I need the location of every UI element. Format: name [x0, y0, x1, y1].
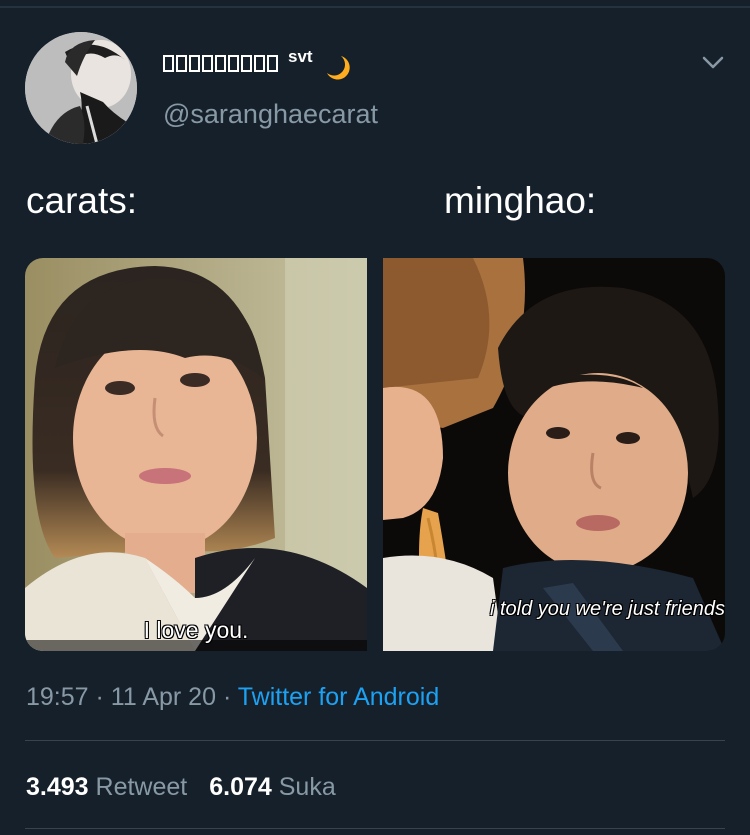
- tweet-time[interactable]: 19:57: [26, 683, 89, 711]
- retweet-count: 3.493: [26, 773, 89, 801]
- missing-glyph-box: [215, 54, 226, 72]
- avatar[interactable]: [25, 32, 137, 144]
- tweet-stats: 3.493 Retweet 6.074 Suka: [26, 773, 336, 802]
- chevron-down-icon[interactable]: [700, 52, 726, 72]
- top-divider: [0, 6, 750, 8]
- meta-separator: ·: [222, 683, 238, 711]
- meta-separator: ·: [95, 683, 111, 711]
- missing-glyph-box: [254, 54, 265, 72]
- caption-left: carats:: [26, 180, 138, 221]
- divider: [25, 740, 725, 741]
- divider: [25, 828, 725, 829]
- display-name-glyphs: [163, 54, 278, 72]
- missing-glyph-box: [267, 54, 278, 72]
- caption-right: minghao:: [444, 180, 597, 221]
- tweet-card: svt @saranghaecarat carats: minghao: I l…: [0, 0, 750, 835]
- tweet-meta: 19:57 · 11 Apr 20 · Twitter for Android: [26, 683, 439, 712]
- missing-glyph-box: [241, 54, 252, 72]
- display-name[interactable]: svt: [163, 46, 351, 80]
- missing-glyph-box: [228, 54, 239, 72]
- subtitle-left: I love you.: [143, 617, 249, 643]
- retweet-label: Retweet: [95, 773, 188, 801]
- user-handle[interactable]: @saranghaecarat: [163, 99, 378, 130]
- tweet-date[interactable]: 11 Apr 20: [111, 683, 216, 711]
- missing-glyph-box: [202, 54, 213, 72]
- like-label: Suka: [278, 773, 336, 801]
- retweet-stat[interactable]: 3.493 Retweet: [26, 773, 187, 801]
- missing-glyph-box: [176, 54, 187, 72]
- subtitle-right: i told you we're just friends: [489, 598, 725, 620]
- missing-glyph-box: [163, 54, 174, 72]
- display-name-suffix: svt: [288, 47, 313, 66]
- like-stat[interactable]: 6.074 Suka: [209, 773, 336, 801]
- media-image-left[interactable]: I love you.: [25, 258, 367, 651]
- like-count: 6.074: [209, 773, 272, 801]
- crescent-moon-icon: [326, 56, 350, 80]
- media-image-right[interactable]: i told you we're just friends: [383, 258, 725, 651]
- missing-glyph-box: [189, 54, 200, 72]
- tweet-source-link[interactable]: Twitter for Android: [238, 683, 439, 711]
